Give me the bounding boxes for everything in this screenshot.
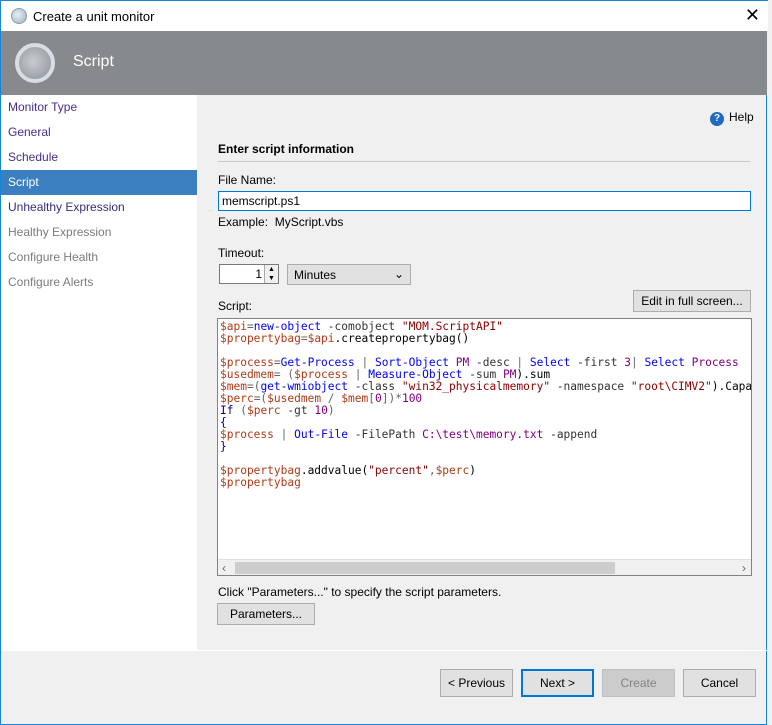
example-value: MyScript.vbs — [274, 215, 344, 229]
code-token: ).Capacity — [711, 380, 752, 393]
code-token: $propertybag — [220, 332, 301, 345]
code-token: .createpropertybag() — [334, 332, 470, 345]
code-token: 10 — [314, 404, 328, 417]
code-token: ( — [240, 404, 247, 417]
help-label: Help — [729, 110, 754, 124]
code-token: .addvalue( — [300, 464, 369, 477]
timeout-unit-select[interactable]: Minutes ⌄ — [287, 264, 411, 285]
code-token: -namespace — [550, 380, 631, 393]
code-token: } — [220, 440, 227, 453]
section-title: Enter script information — [218, 142, 750, 162]
code-token: -gt — [280, 404, 315, 417]
edit-full-screen-button[interactable]: Edit in full screen... — [633, 290, 751, 312]
code-token: [ — [368, 392, 375, 405]
code-token: $process — [220, 428, 274, 441]
sidebar-item-healthy-expression[interactable]: Healthy Expression — [1, 220, 197, 245]
code-token: = — [300, 332, 308, 345]
code-token: -append — [543, 428, 598, 441]
example-label: Example: — [218, 215, 269, 229]
sidebar-item-schedule[interactable]: Schedule — [1, 145, 197, 170]
window-title: Create a unit monitor — [33, 9, 155, 24]
script-editor[interactable]: $api=new-object -comobject "MOM.ScriptAP… — [217, 318, 752, 576]
code-token: ])* — [381, 392, 402, 405]
chevron-down-icon: ⌄ — [393, 267, 404, 281]
app-icon — [11, 8, 27, 24]
code-token: $perc — [435, 464, 470, 477]
footer: < Previous Next > Create Cancel — [1, 650, 767, 725]
code-line: $process | Out-File -FilePath C:\test\me… — [220, 429, 749, 441]
file-name-label: File Name: — [218, 173, 277, 187]
code-token: | — [273, 428, 295, 441]
close-icon[interactable]: ✕ — [745, 5, 760, 26]
code-token: | — [630, 356, 645, 369]
header-orb-icon — [15, 43, 55, 83]
wizard-steps: Monitor Type General Schedule Script Unhealt… — [1, 95, 197, 650]
code-token: ) — [327, 404, 335, 417]
parameters-button[interactable]: Parameters... — [217, 603, 315, 625]
create-button[interactable]: Create — [602, 669, 675, 697]
timeout-value: 1 — [255, 267, 262, 281]
timeout-unit-value: Minutes — [294, 268, 337, 282]
code-line: } — [220, 441, 749, 453]
help-link[interactable]: ? Help — [710, 110, 754, 126]
sidebar-item-configure-health[interactable]: Configure Health — [1, 245, 197, 270]
code-token: Process — [684, 356, 739, 369]
parameters-hint: Click "Parameters..." to specify the scr… — [218, 585, 502, 599]
script-label: Script: — [218, 299, 253, 313]
cancel-button[interactable]: Cancel — [683, 669, 756, 697]
code-line: If ($perc -gt 10) — [220, 405, 749, 417]
sidebar-item-unhealthy-expression[interactable]: Unhealthy Expression — [1, 195, 197, 220]
code-token: Select — [644, 356, 685, 369]
code-token: "win32_physicalmemory" — [401, 380, 551, 393]
previous-button[interactable]: < Previous — [440, 669, 513, 697]
code-token: $api — [307, 332, 335, 345]
sidebar-item-monitor-type[interactable]: Monitor Type — [1, 95, 197, 120]
code-token: $perc — [246, 404, 281, 417]
code-token: Out-File — [294, 428, 348, 441]
help-icon: ? — [710, 112, 724, 126]
code-token: -first — [570, 356, 625, 369]
next-button[interactable]: Next > — [521, 669, 594, 697]
scroll-left-icon[interactable]: ‹ — [222, 561, 226, 575]
code-token: -FilePath — [348, 428, 423, 441]
title-bar: Create a unit monitor ✕ — [1, 0, 768, 31]
sidebar-item-script[interactable]: Script — [1, 170, 197, 195]
spin-arrows-icon[interactable]: ▲ ▼ — [264, 265, 278, 283]
sidebar-item-general[interactable]: General — [1, 120, 197, 145]
scrollbar-thumb[interactable] — [235, 562, 615, 574]
code-token: C:\test\memory.txt — [422, 428, 544, 441]
page-title: Script — [73, 53, 114, 70]
file-name-input[interactable]: memscript.ps1 — [218, 191, 751, 211]
code-token: $propertybag — [220, 476, 301, 489]
code-token: , — [428, 464, 436, 477]
page-header: Script — [1, 31, 767, 95]
code-token: 3 — [624, 356, 631, 369]
code-token: "percent" — [368, 464, 429, 477]
code-token: ) — [469, 464, 476, 477]
code-line: $propertybag — [220, 477, 749, 489]
wizard-window: Create a unit monitor ✕ Script Monitor T… — [0, 0, 768, 725]
sidebar-item-configure-alerts[interactable]: Configure Alerts — [1, 270, 197, 295]
file-name-example: Example: MyScript.vbs — [218, 215, 343, 229]
code-line: $propertybag=$api.createpropertybag() — [220, 333, 749, 345]
timeout-stepper[interactable]: 1 ▲ ▼ — [219, 264, 279, 284]
timeout-label: Timeout: — [218, 246, 265, 260]
script-code[interactable]: $api=new-object -comobject "MOM.ScriptAP… — [218, 319, 751, 491]
scroll-right-icon[interactable]: › — [742, 561, 746, 575]
code-token: 0 — [374, 392, 382, 405]
code-token: "root\CIMV2" — [630, 380, 712, 393]
horizontal-scrollbar[interactable]: ‹ › — [218, 559, 751, 575]
code-token: $mem — [341, 392, 369, 405]
code-token: 100 — [401, 392, 423, 405]
